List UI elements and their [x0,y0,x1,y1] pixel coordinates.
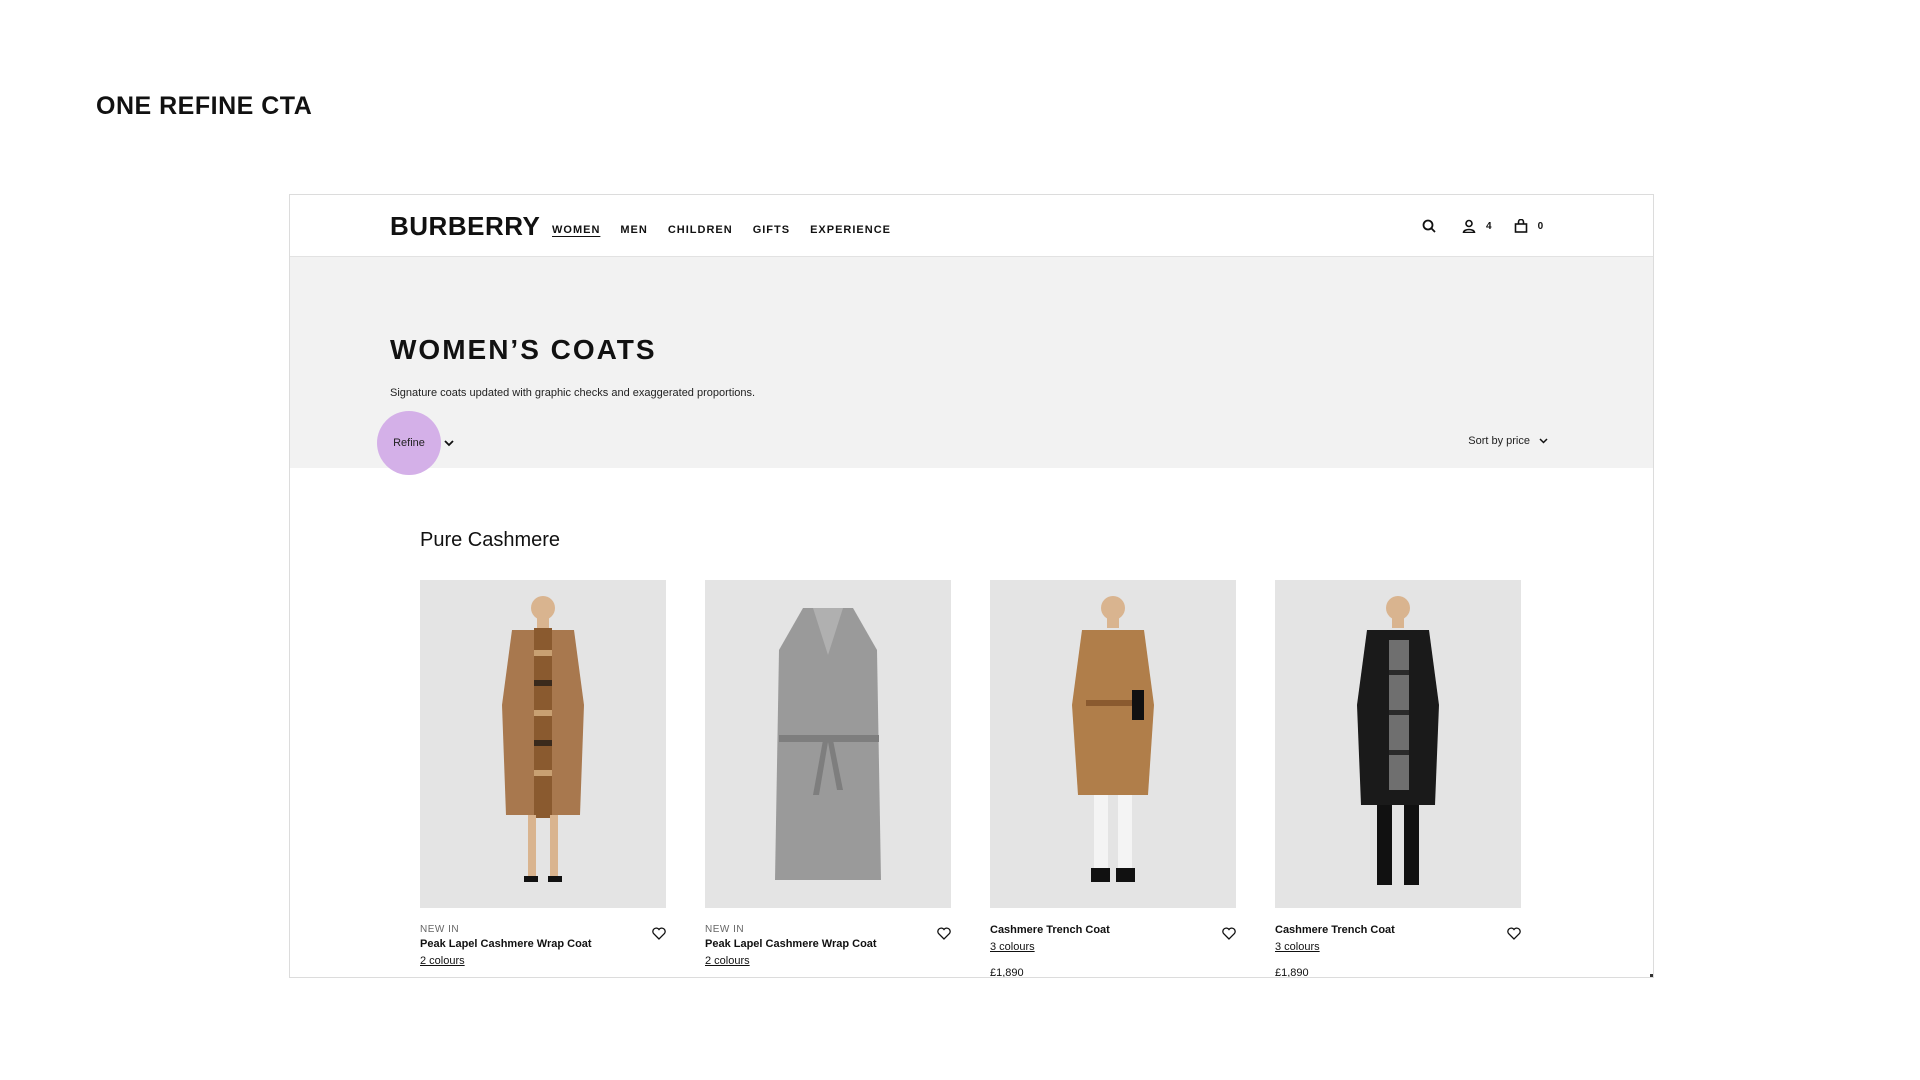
product-meta: NEW IN Peak Lapel Cashmere Wrap Coat 2 c… [705,908,951,977]
product-image[interactable] [990,580,1236,908]
slide-title: ONE REFINE CTA [96,92,313,120]
nav-item-gifts[interactable]: GIFTS [753,224,790,236]
section-title: Pure Cashmere [420,529,561,551]
page-title: WOMEN’S COATS [390,334,657,365]
product-colours-link[interactable]: 2 colours [705,955,750,967]
product-image[interactable] [420,580,666,908]
product-meta: Cashmere Trench Coat 3 colours £1,890 [990,908,1236,978]
new-in-badge: NEW IN [705,924,745,935]
product-image[interactable] [1275,580,1521,908]
sort-dropdown[interactable]: Sort by price [1468,432,1549,450]
product-meta: NEW IN Peak Lapel Cashmere Wrap Coat 2 c… [420,908,666,977]
account-icon[interactable] [1460,217,1478,235]
heart-icon[interactable] [937,927,951,945]
product-colours-link[interactable]: 3 colours [990,941,1035,953]
heart-icon[interactable] [1507,927,1521,945]
brand-logo[interactable]: BURBERRY [390,211,540,242]
product-name[interactable]: Peak Lapel Cashmere Wrap Coat [705,938,877,950]
product-meta: Cashmere Trench Coat 3 colours £1,890 [1275,908,1521,978]
product-name[interactable]: Cashmere Trench Coat [990,924,1110,936]
product-colours-link[interactable]: 3 colours [1275,941,1320,953]
product-colours-link[interactable]: 2 colours [420,955,465,967]
nav-item-men[interactable]: MEN [620,224,647,236]
product-name[interactable]: Peak Lapel Cashmere Wrap Coat [420,938,592,950]
product-name[interactable]: Cashmere Trench Coat [1275,924,1395,936]
frame-corner-mark [1650,974,1653,977]
new-in-badge: NEW IN [420,924,460,935]
bag-icon[interactable] [1512,217,1530,235]
product-card[interactable]: NEW IN Peak Lapel Cashmere Wrap Coat 2 c… [420,580,666,977]
chevron-down-icon[interactable] [443,438,455,448]
product-card[interactable]: NEW IN Peak Lapel Cashmere Wrap Coat 2 c… [705,580,951,977]
site-header: BURBERRY WOMEN MEN CHILDREN GIFTS EXPERI… [290,195,1653,257]
bag-count: 0 [1537,220,1544,232]
account-count: 4 [1486,220,1492,232]
main-nav: WOMEN MEN CHILDREN GIFTS EXPERIENCE [552,224,891,236]
header-icons: 4 0 [1420,217,1543,235]
nav-item-children[interactable]: CHILDREN [668,224,733,236]
chevron-down-icon [1538,432,1549,450]
nav-item-women[interactable]: WOMEN [552,224,600,236]
refine-label: Refine [393,437,425,449]
product-card[interactable]: Cashmere Trench Coat 3 colours £1,890 [1275,580,1521,978]
page-description: Signature coats updated with graphic che… [390,387,756,399]
screenshot-frame: BURBERRY WOMEN MEN CHILDREN GIFTS EXPERI… [289,194,1654,978]
category-hero: WOMEN’S COATS Signature coats updated wi… [290,257,1653,475]
nav-item-experience[interactable]: EXPERIENCE [810,224,891,236]
product-price: £1,890 [990,967,1024,978]
product-card[interactable]: Cashmere Trench Coat 3 colours £1,890 [990,580,1236,978]
refine-highlight[interactable]: Refine [377,411,441,475]
product-grid: NEW IN Peak Lapel Cashmere Wrap Coat 2 c… [420,580,1521,978]
refine-button[interactable]: Refine [377,411,455,475]
search-icon[interactable] [1420,217,1438,235]
heart-icon[interactable] [1222,927,1236,945]
product-price: £1,890 [1275,967,1309,978]
heart-icon[interactable] [652,927,666,945]
sort-label: Sort by price [1468,435,1530,447]
product-image[interactable] [705,580,951,908]
